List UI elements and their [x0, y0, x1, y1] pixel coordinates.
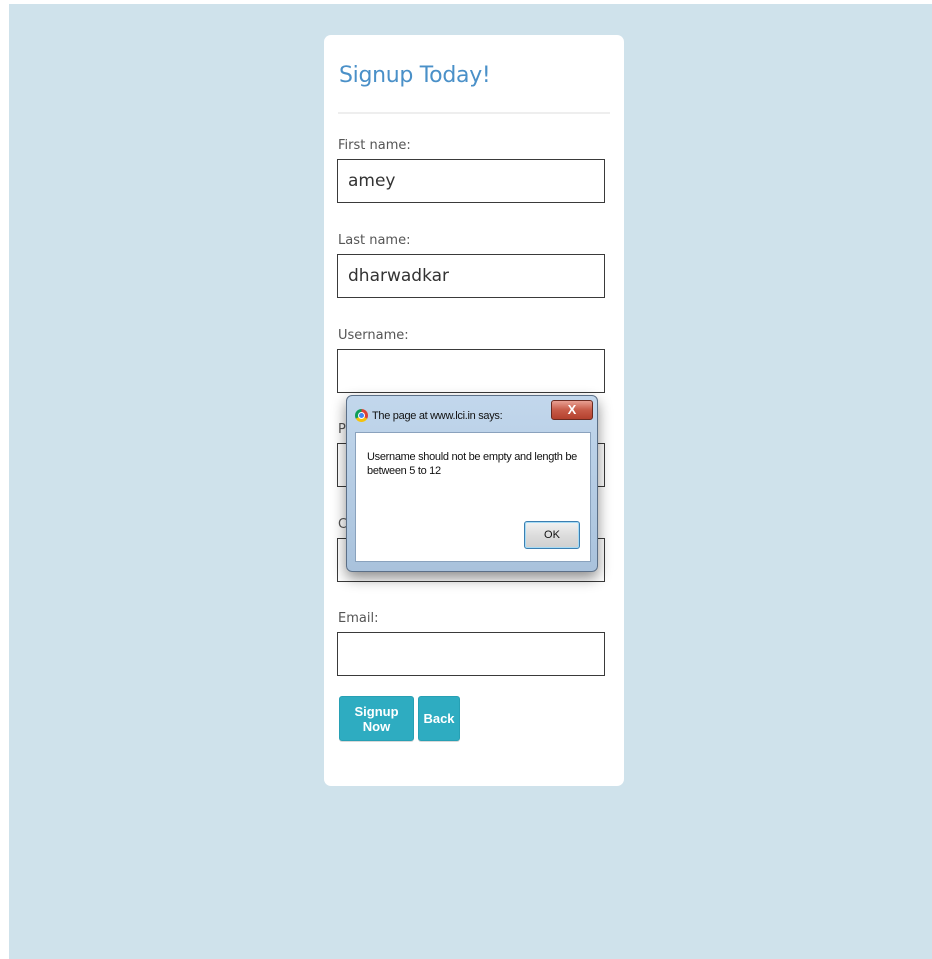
username-label: Username: — [338, 328, 409, 343]
title-divider — [338, 112, 610, 114]
signup-now-button[interactable]: Signup Now — [339, 696, 414, 741]
first-name-input[interactable] — [337, 159, 605, 203]
chrome-icon — [355, 409, 368, 422]
first-name-label: First name: — [338, 138, 411, 153]
dialog-body: Username should not be empty and length … — [355, 432, 591, 562]
page-title: Signup Today! — [339, 63, 491, 88]
last-name-input[interactable] — [337, 254, 605, 298]
ok-button[interactable]: OK — [524, 521, 580, 549]
email-input[interactable] — [337, 632, 605, 676]
back-button[interactable]: Back — [418, 696, 460, 741]
alert-dialog: The page at www.lci.in says: X Username … — [346, 395, 598, 572]
last-name-label: Last name: — [338, 233, 411, 248]
email-label: Email: — [338, 611, 379, 626]
dialog-message: Username should not be empty and length … — [367, 451, 577, 477]
username-input[interactable] — [337, 349, 605, 393]
dialog-caption: The page at www.lci.in says: — [372, 410, 503, 422]
dialog-close-button[interactable]: X — [551, 400, 593, 420]
